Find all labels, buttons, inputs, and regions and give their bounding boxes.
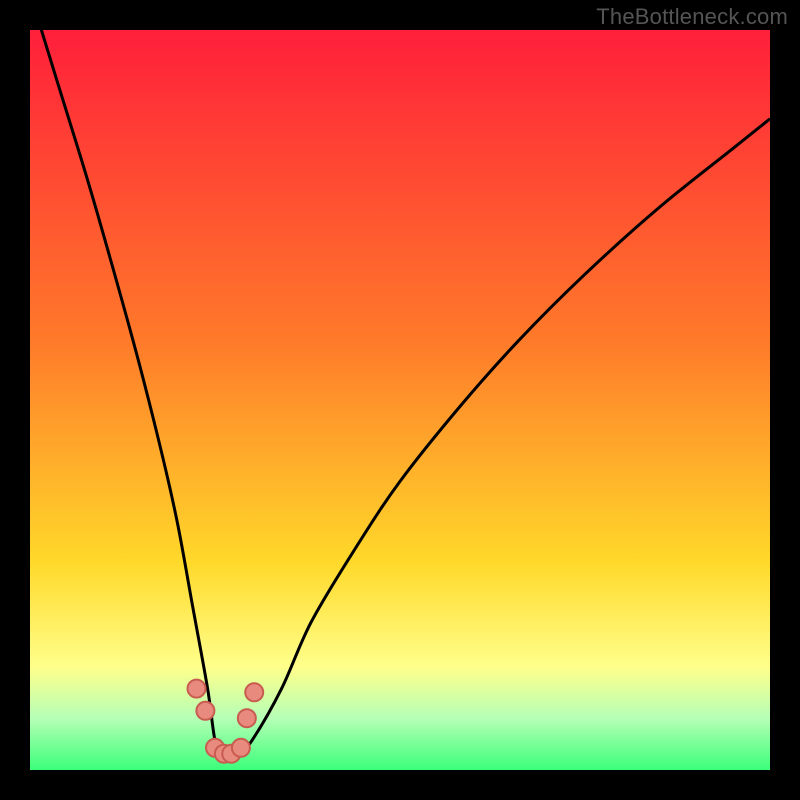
curve-marker	[196, 702, 214, 720]
bottleneck-curve	[30, 30, 770, 770]
curve-marker	[238, 709, 256, 727]
plot-area	[30, 30, 770, 770]
chart-frame: TheBottleneck.com	[0, 0, 800, 800]
watermark-text: TheBottleneck.com	[596, 4, 788, 30]
curve-marker	[245, 683, 263, 701]
curve-marker	[188, 680, 206, 698]
curve-marker	[232, 739, 250, 757]
